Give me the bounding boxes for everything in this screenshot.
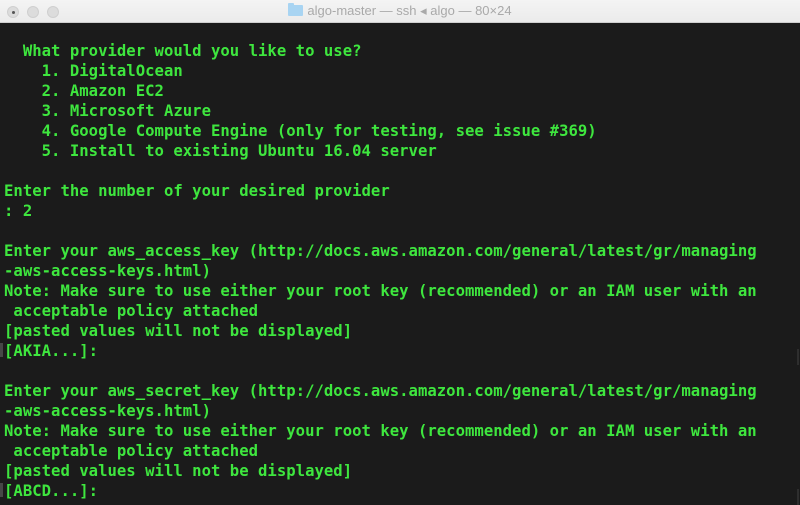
terminal-lines: What provider would you like to use? 1. … — [4, 41, 757, 501]
secret-key-input: [ABCD...]: — [4, 482, 99, 500]
folder-icon — [288, 3, 304, 16]
provider-option: 1. DigitalOcean — [4, 62, 183, 80]
secret-key-prompt: Enter your aws_secret_key (http://docs.a… — [4, 382, 757, 400]
provider-option: 2. Amazon EC2 — [4, 82, 164, 100]
access-key-prompt-cont: -aws-access-keys.html) — [4, 262, 211, 280]
scroll-edge — [797, 489, 799, 505]
terminal-output[interactable]: What provider would you like to use? 1. … — [0, 24, 800, 505]
access-key-prompt: Enter your aws_access_key (http://docs.a… — [4, 242, 757, 260]
provider-option: 5. Install to existing Ubuntu 16.04 serv… — [4, 142, 437, 160]
access-key-note-cont: acceptable policy attached — [4, 302, 259, 320]
window-title: algo-master — ssh ◂ algo — 80×24 — [307, 3, 512, 18]
secret-key-note: Note: Make sure to use either your root … — [4, 422, 757, 440]
access-key-note: Note: Make sure to use either your root … — [4, 282, 757, 300]
secret-key-note-cont: acceptable policy attached — [4, 442, 259, 460]
provider-number-prompt: Enter the number of your desired provide… — [4, 182, 390, 200]
secret-key-paste-hint: [pasted values will not be displayed] — [4, 462, 353, 480]
provider-option: 4. Google Compute Engine (only for testi… — [4, 122, 597, 140]
provider-number-input: : 2 — [4, 202, 33, 220]
access-key-input: [AKIA...]: — [4, 342, 99, 360]
mark-indicator — [0, 483, 3, 497]
window-title-wrap: algo-master — ssh ◂ algo — 80×24 — [0, 3, 800, 19]
window-titlebar: algo-master — ssh ◂ algo — 80×24 — [0, 0, 800, 23]
access-key-paste-hint: [pasted values will not be displayed] — [4, 322, 353, 340]
provider-option: 3. Microsoft Azure — [4, 102, 211, 120]
scroll-edge — [797, 349, 799, 365]
prompt-question: What provider would you like to use? — [4, 42, 362, 60]
secret-key-prompt-cont: -aws-access-keys.html) — [4, 402, 211, 420]
mark-indicator — [0, 343, 3, 357]
